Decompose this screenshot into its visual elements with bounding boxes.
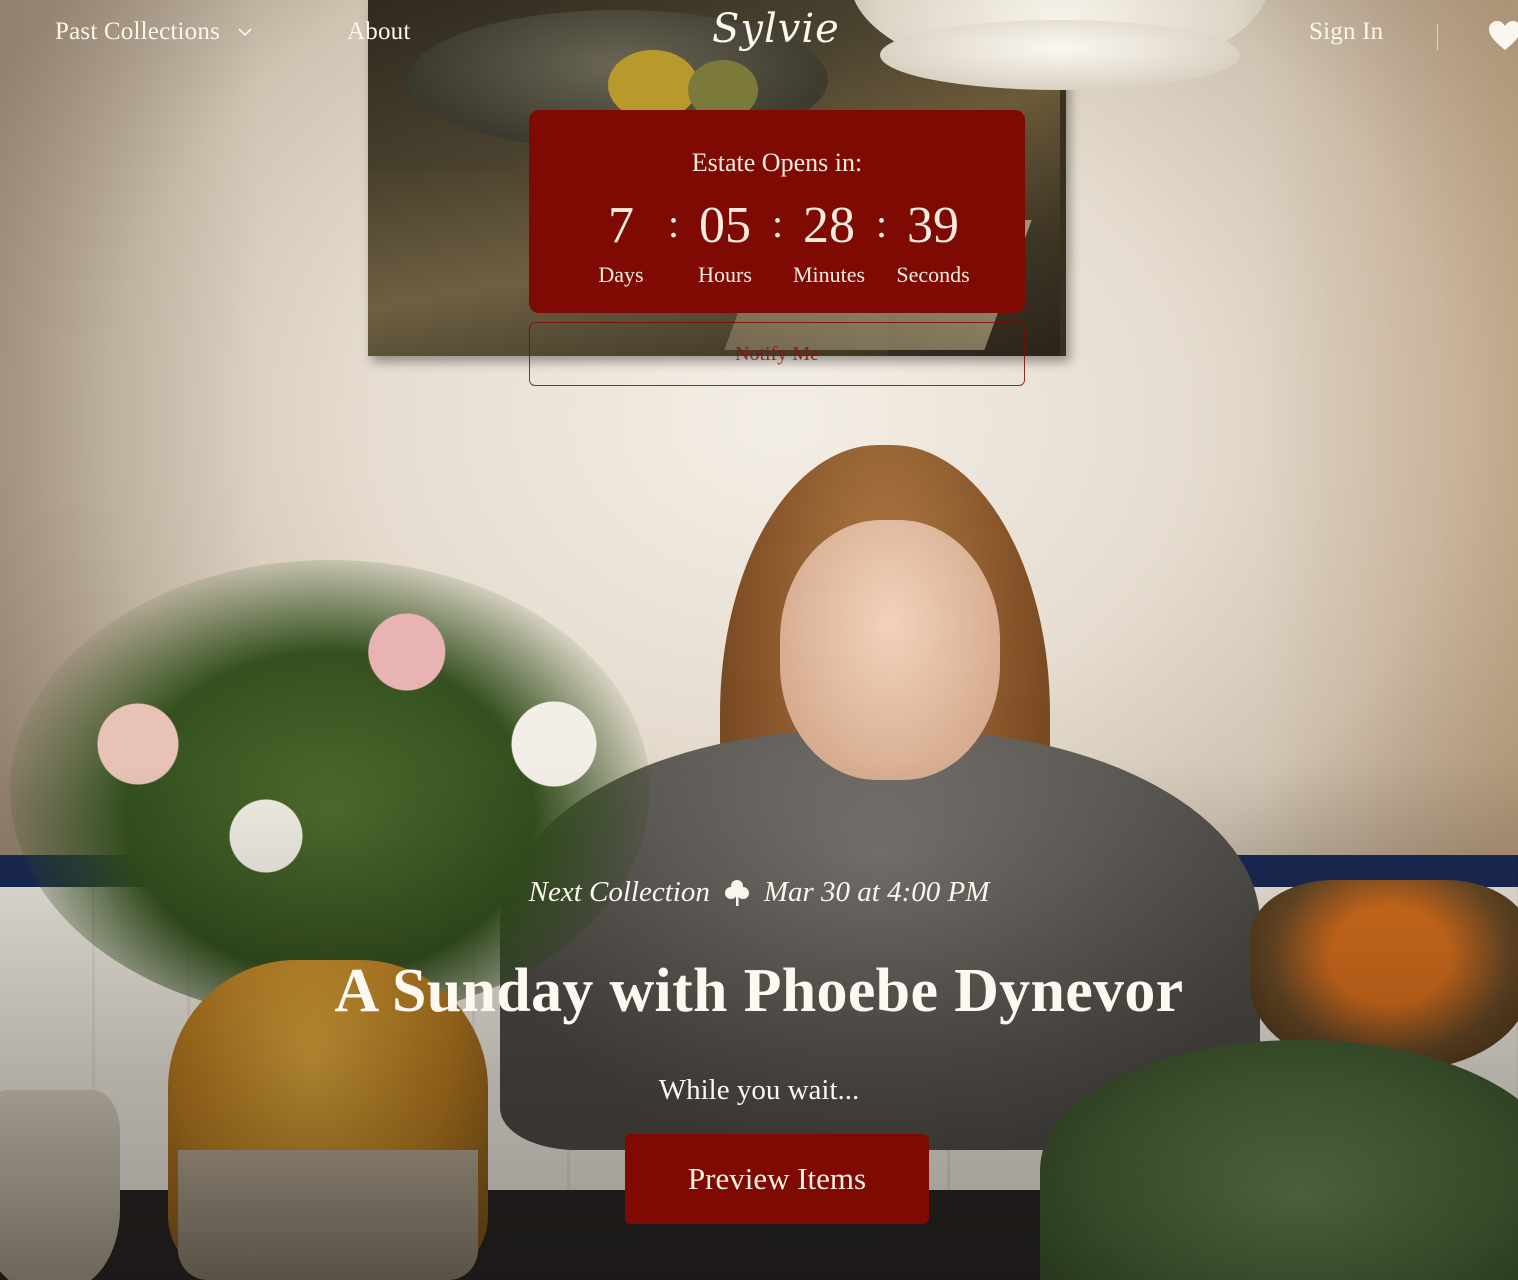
next-collection-label: Next Collection — [528, 876, 710, 908]
person-face — [780, 520, 1000, 780]
preview-items-button[interactable]: Preview Items — [625, 1134, 929, 1224]
while-you-wait-text: While you wait... — [658, 1074, 860, 1106]
countdown-hours: 05 Hours — [675, 198, 775, 288]
sylvie-logo[interactable]: Sylvie — [712, 6, 840, 52]
collection-headline: A Sunday with Phoebe Dynevor — [334, 957, 1184, 1025]
countdown-days-label: Days — [598, 262, 644, 287]
countdown-seconds-value: 39 — [907, 197, 959, 254]
nav-about[interactable]: About — [347, 18, 411, 46]
chevron-down-icon — [238, 28, 252, 37]
countdown-hours-label: Hours — [698, 262, 752, 287]
next-collection-line: Next Collection Mar 30 at 4:00 PM — [0, 876, 1518, 909]
countdown-title: Estate Opens in: — [691, 148, 863, 177]
heart-icon[interactable] — [1488, 20, 1518, 52]
countdown-panel: Estate Opens in: 7 Days : 05 Hours : 28 … — [529, 110, 1025, 313]
nav-past-collections[interactable]: Past Collections — [55, 18, 252, 46]
countdown-seconds: 39 Seconds — [883, 198, 983, 288]
countdown-seconds-label: Seconds — [896, 262, 970, 287]
clover-icon — [724, 879, 749, 906]
notify-me-button[interactable]: Notify Me — [529, 322, 1025, 386]
countdown-minutes: 28 Minutes — [779, 198, 879, 288]
nav-divider — [1437, 24, 1438, 50]
top-navigation: Past Collections About Sylvie Sign In — [0, 0, 1518, 72]
countdown-days-value: 7 — [608, 197, 634, 254]
countdown-minutes-label: Minutes — [792, 262, 866, 287]
countdown-hours-value: 05 — [699, 197, 751, 254]
sign-in-link[interactable]: Sign In — [1309, 18, 1383, 46]
nav-past-collections-label: Past Collections — [55, 18, 221, 45]
next-collection-date: Mar 30 at 4:00 PM — [763, 876, 990, 908]
countdown-days: 7 Days — [571, 198, 671, 288]
countdown-minutes-value: 28 — [803, 197, 855, 254]
